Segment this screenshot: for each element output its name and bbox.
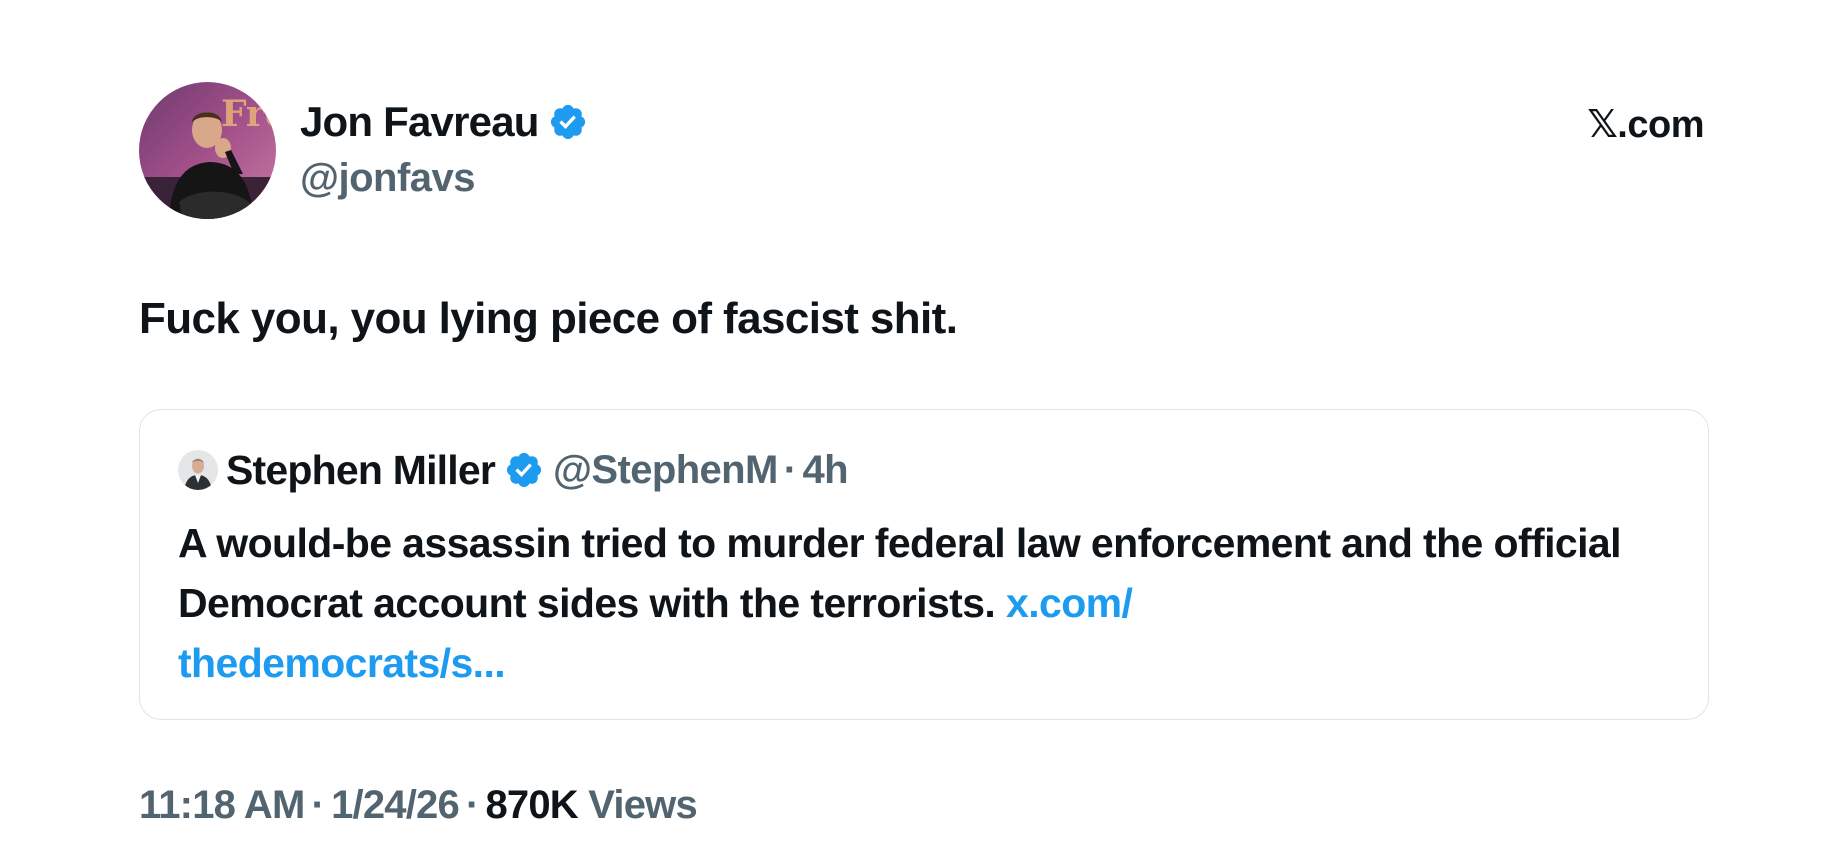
tweet-meta: 11:18 AM · 1/24/26 · 870K Views — [139, 783, 698, 828]
quoted-tweet-body: A would-be assassin tried to murder fede… — [178, 520, 1621, 626]
quoted-verified-badge-icon — [504, 450, 544, 490]
author-handle[interactable]: @jonfavs — [300, 156, 476, 201]
svg-text:Fre: Fre — [221, 93, 276, 135]
x-brand-logo[interactable]: 𝕏.com — [1587, 102, 1704, 147]
meta-separator: · — [311, 783, 325, 827]
quoted-link-part1[interactable]: x.com/ — [1006, 580, 1133, 626]
meta-separator-2: · — [465, 783, 479, 827]
author-avatar[interactable]: Fre — [139, 82, 276, 219]
verified-badge-icon — [548, 102, 588, 142]
quoted-separator: · — [783, 447, 797, 492]
tweet-date[interactable]: 1/24/26 — [331, 783, 460, 827]
author-name[interactable]: Jon Favreau — [300, 98, 539, 146]
tweet-time[interactable]: 11:18 AM — [139, 783, 305, 827]
quoted-tweet-header: Stephen Miller @StephenM · 4h — [178, 445, 849, 495]
author-name-row: Jon Favreau — [300, 96, 588, 148]
quoted-link-part2[interactable]: thedemocrats/s... — [178, 640, 506, 686]
quoted-author-name[interactable]: Stephen Miller — [226, 447, 496, 494]
quoted-timestamp[interactable]: 4h — [802, 448, 848, 493]
quoted-author-handle[interactable]: @StephenM — [553, 448, 778, 493]
views-count[interactable]: 870K — [485, 783, 578, 827]
tweet-card: Fre Jon Favreau @jonfavs 𝕏.com Fuck you,… — [139, 82, 1709, 842]
quoted-tweet-text: A would-be assassin tried to murder fede… — [178, 513, 1658, 693]
quoted-author-avatar[interactable] — [178, 450, 218, 490]
views-label: Views — [588, 783, 697, 827]
quoted-tweet-card[interactable]: Stephen Miller @StephenM · 4h A would-be… — [139, 409, 1709, 720]
tweet-text: Fuck you, you lying piece of fascist shi… — [139, 294, 958, 343]
